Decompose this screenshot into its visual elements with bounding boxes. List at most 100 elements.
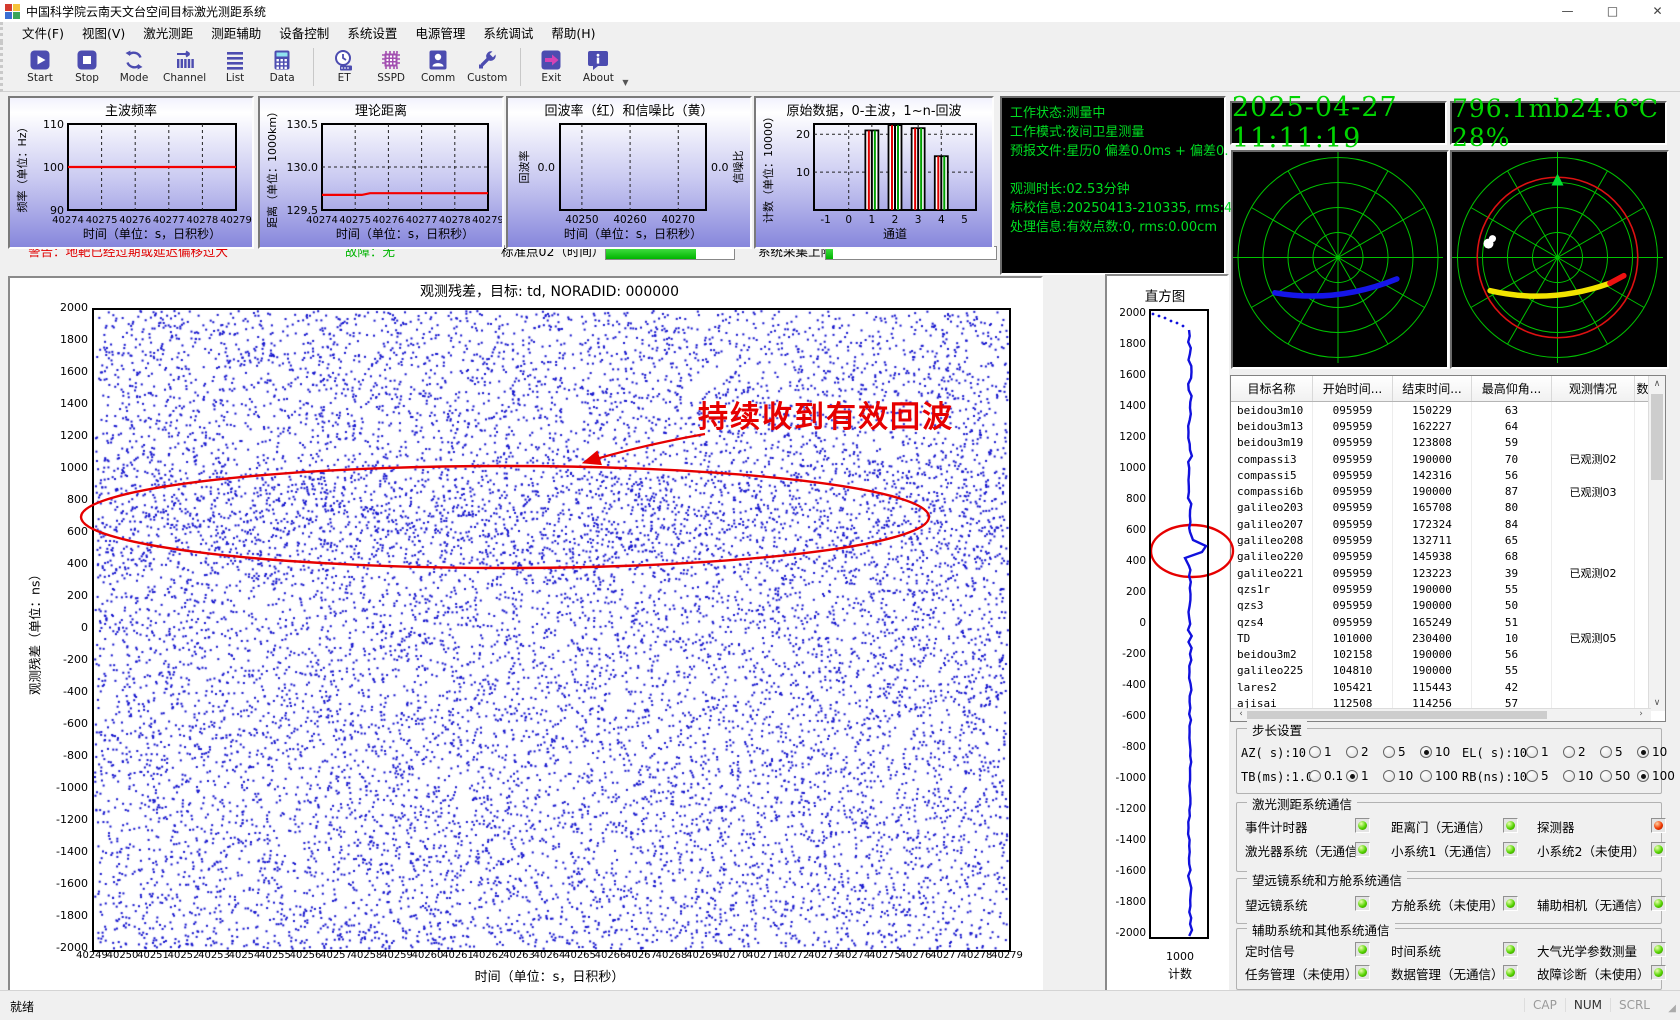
toolbar-button-data[interactable]: Data [259,48,305,85]
table-cell: galileo207 [1231,516,1313,532]
comm-item-label: 数据管理（无通信） [1391,964,1504,983]
residual-ytick: -400 [40,685,88,698]
radio-az-5[interactable]: 5 [1383,745,1406,759]
table-row[interactable]: compassi309595919000070已观测02 [1231,451,1665,467]
radio-el-5[interactable]: 5 [1600,745,1623,759]
toolbar-button-comm[interactable]: Comm [415,48,461,85]
table-cell: 55 [1472,581,1552,597]
radio-az-2[interactable]: 2 [1346,745,1369,759]
close-button[interactable]: ✕ [1635,0,1680,22]
svg-text:20: 20 [796,128,810,141]
radio-icon [1563,746,1575,758]
table-row[interactable]: beidou3m1309595916222764 [1231,418,1665,434]
menu-item-5[interactable]: 系统设置 [338,21,406,44]
status-led-green [1651,896,1666,911]
scroll-right-icon[interactable]: › [1633,709,1649,719]
table-row[interactable]: compassi6b09595919000087已观测03 [1231,483,1665,499]
table-row[interactable]: beidou3m1009595915022963 [1231,402,1665,418]
toolbar-button-exit[interactable]: Exit [528,48,574,85]
radio-el-1[interactable]: 1 [1526,745,1549,759]
table-column-header-1[interactable]: 开始时间... [1313,376,1393,401]
table-cell [1552,549,1635,565]
toolbar-button-about[interactable]: About [575,48,621,85]
radio-rb-10[interactable]: 10 [1563,769,1593,783]
table-row[interactable]: compassi509595914231656 [1231,467,1665,483]
menu-item-1[interactable]: 视图(V) [73,21,134,44]
table-column-header-3[interactable]: 最高仰角... [1472,376,1552,401]
radio-az-10[interactable]: 10 [1420,745,1450,759]
target-schedule-table[interactable]: 目标名称开始时间...结束时间...最高仰角...观测情况数beidou3m10… [1230,375,1666,722]
table-row[interactable]: galileo20809595913271165 [1231,532,1665,548]
toolbar-overflow-caret[interactable]: ▼ [622,78,628,87]
radio-rb-50[interactable]: 50 [1600,769,1630,783]
table-vertical-scrollbar[interactable]: ∧∨ [1648,376,1665,711]
table-cell: 190000 [1393,581,1472,597]
radio-el-2[interactable]: 2 [1563,745,1586,759]
radio-tb-0.1[interactable]: 0.1 [1309,769,1343,783]
table-row[interactable]: beidou3m210215819000056 [1231,646,1665,662]
table-row[interactable]: TD10100023040010已观测05 [1231,630,1665,646]
radio-tb-10[interactable]: 10 [1383,769,1413,783]
menu-item-3[interactable]: 测距辅助 [202,21,270,44]
table-row[interactable]: qzs309595919000050 [1231,598,1665,614]
table-cell: galileo208 [1231,532,1313,548]
table-row[interactable]: galileo22109595912322339已观测02 [1231,565,1665,581]
svg-text:40278: 40278 [439,215,471,226]
table-row[interactable]: qzs409595916524951 [1231,614,1665,630]
radio-tb-1[interactable]: 1 [1346,769,1369,783]
table-cell: beidou3m10 [1231,402,1313,418]
table-row[interactable]: galileo22510481019000055 [1231,663,1665,679]
radio-el-10[interactable]: 10 [1637,745,1667,759]
step-group-label: RB(ns):100 [1462,770,1534,784]
toolbar-button-sspd[interactable]: SSPD [368,48,414,85]
radio-rb-5[interactable]: 5 [1526,769,1549,783]
table-row[interactable]: lares210542111544342 [1231,679,1665,695]
menu-item-7[interactable]: 系统调试 [474,21,542,44]
table-column-header-0[interactable]: 目标名称 [1231,376,1313,401]
resize-grip[interactable]: ◢ [1668,1003,1676,1014]
radio-icon [1383,746,1395,758]
maximize-button[interactable]: □ [1590,0,1635,22]
toolbar-button-stop[interactable]: Stop [64,48,110,85]
svg-text:-600: -600 [1122,710,1146,722]
table-cell: lares2 [1231,679,1313,695]
status-led-green [1503,818,1518,833]
menu-item-2[interactable]: 激光测距 [134,21,202,44]
toolbar-button-list[interactable]: List [212,48,258,85]
table-row[interactable]: beidou3m1909595912380859 [1231,435,1665,451]
menu-item-6[interactable]: 电源管理 [406,21,474,44]
table-column-header-4[interactable]: 观测情况 [1552,376,1635,401]
toolbar-button-start[interactable]: Start [17,48,63,85]
toolbar-button-custom[interactable]: Custom [462,48,512,85]
menu-item-4[interactable]: 设备控制 [270,21,338,44]
table-row[interactable]: galileo20309595916570880 [1231,500,1665,516]
table-column-header-2[interactable]: 结束时间... [1393,376,1472,401]
toolbar-button-label: Exit [541,72,561,84]
meteo-text: 796.1mb24.6℃ 28% [1452,103,1665,143]
radio-rb-100[interactable]: 100 [1637,769,1675,783]
toolbar-button-et[interactable]: ET [321,48,367,85]
table-cell: 64 [1472,418,1552,434]
svg-text:原始数据，0-主波，1~n-回波: 原始数据，0-主波，1~n-回波 [786,104,961,119]
scroll-up-icon[interactable]: ∧ [1649,379,1665,389]
radio-tb-100[interactable]: 100 [1420,769,1458,783]
residual-xtick: 40270 [717,950,749,961]
toolbar-button-channel[interactable]: Channel [158,48,211,85]
radio-az-1[interactable]: 1 [1309,745,1332,759]
residual-xtick: 40257 [320,950,352,961]
azimuth-track-display [1231,150,1449,369]
scroll-down-icon[interactable]: ∨ [1649,698,1665,708]
status-led-green [1503,942,1518,957]
svg-text:800: 800 [1126,493,1146,505]
table-cell: 70 [1472,451,1552,467]
table-row[interactable]: qzs1r09595919000055 [1231,581,1665,597]
table-row[interactable]: galileo20709595917232484 [1231,516,1665,532]
menu-item-0[interactable]: 文件(F) [13,21,73,44]
radio-label: 100 [1435,769,1458,783]
menu-item-8[interactable]: 帮助(H) [542,21,604,44]
table-cell: 142316 [1393,467,1472,483]
table-row[interactable]: galileo22009595914593868 [1231,549,1665,565]
toolbar-button-mode[interactable]: Mode [111,48,157,85]
minimize-button[interactable]: — [1545,0,1590,22]
table-cell: 115443 [1393,679,1472,695]
